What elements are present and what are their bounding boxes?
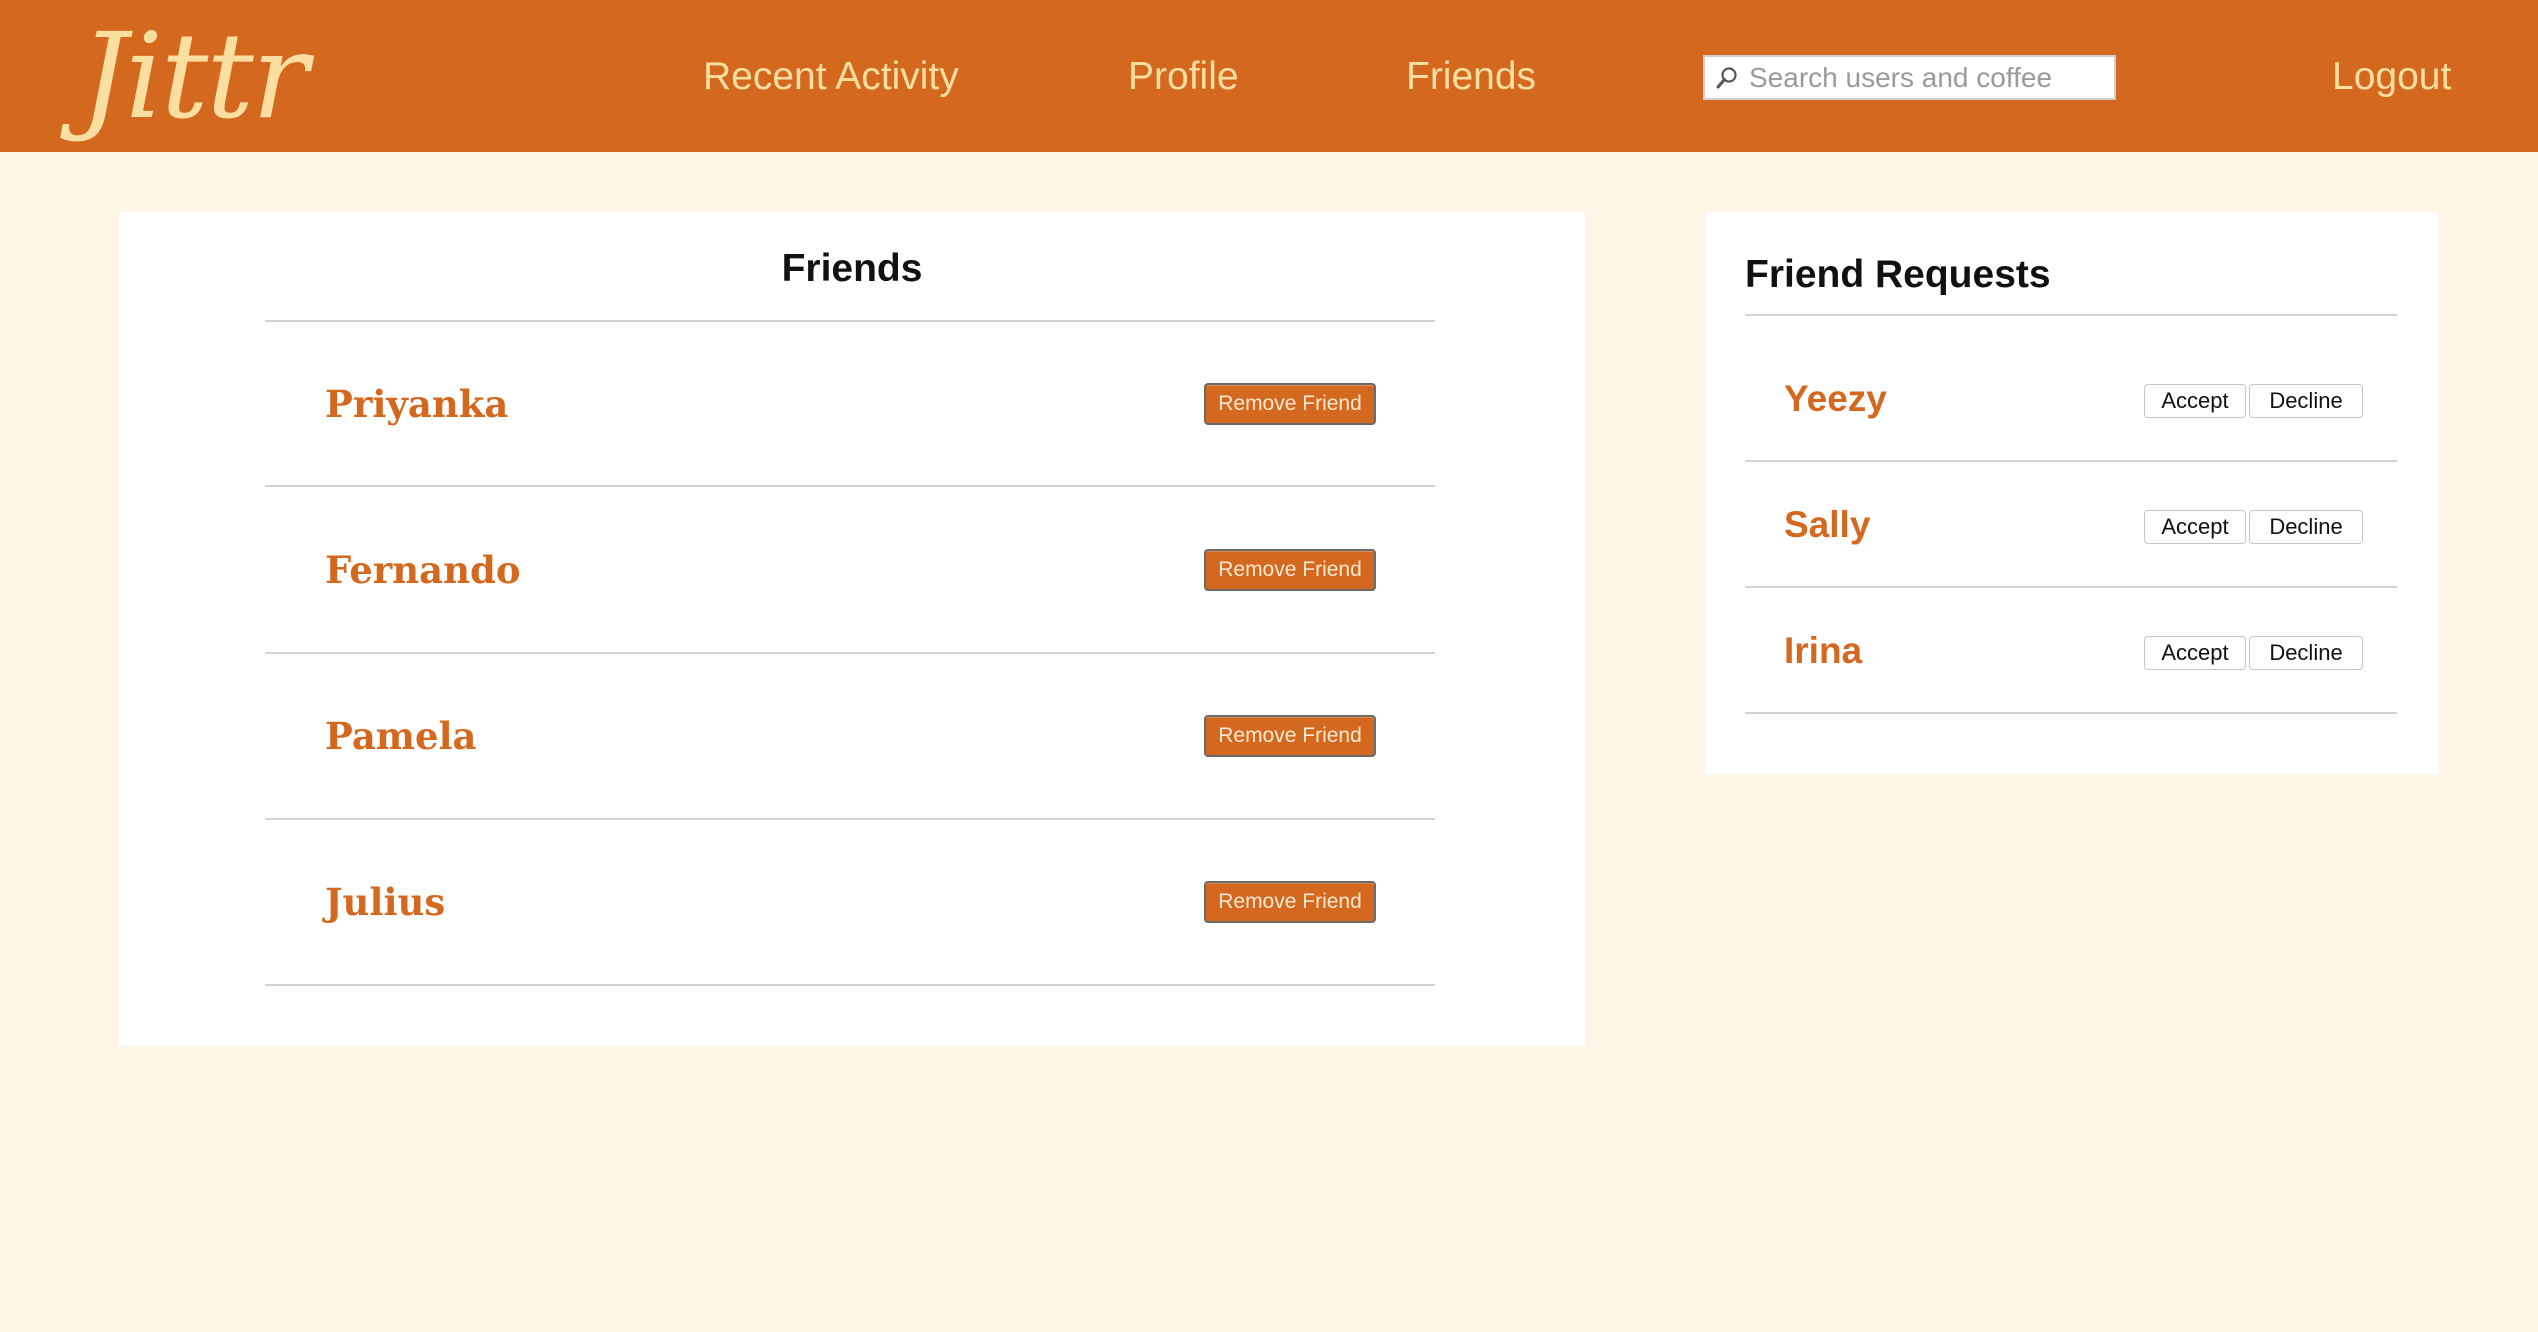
nav-recent-activity[interactable]: Recent Activity (703, 50, 959, 104)
request-name-irina[interactable]: Irina (1784, 627, 1862, 675)
search-icon (1716, 67, 1737, 89)
remove-friend-button[interactable]: Remove Friend (1204, 881, 1376, 923)
divider (1745, 460, 2397, 462)
divider (265, 652, 1435, 654)
decline-button[interactable]: Decline (2249, 384, 2363, 418)
nav-friends[interactable]: Friends (1406, 50, 1536, 104)
search-box (1703, 55, 2116, 100)
top-navbar: Jittr Recent Activity Profile Friends Lo… (0, 0, 2538, 152)
friends-panel: Friends Priyanka Remove Friend Fernando … (119, 212, 1585, 1046)
accept-button[interactable]: Accept (2144, 384, 2246, 418)
remove-friend-button[interactable]: Remove Friend (1204, 383, 1376, 425)
friend-name-julius[interactable]: Julius (325, 878, 445, 926)
friend-name-priyanka[interactable]: Priyanka (325, 380, 508, 428)
search-input[interactable] (1749, 57, 2109, 98)
jittr-logo[interactable]: Jittr (80, 4, 308, 148)
friend-requests-panel: Friend Requests Yeezy Accept Decline Sal… (1706, 212, 2438, 774)
request-name-sally[interactable]: Sally (1784, 501, 1870, 549)
decline-button[interactable]: Decline (2249, 636, 2363, 670)
remove-friend-button[interactable]: Remove Friend (1204, 715, 1376, 757)
request-name-yeezy[interactable]: Yeezy (1784, 375, 1887, 423)
divider (1745, 712, 2397, 714)
divider (265, 818, 1435, 820)
friend-name-pamela[interactable]: Pamela (325, 712, 477, 760)
accept-button[interactable]: Accept (2144, 636, 2246, 670)
friends-heading: Friends (781, 247, 923, 290)
divider (265, 984, 1435, 986)
logout-link[interactable]: Logout (2332, 50, 2451, 104)
remove-friend-button[interactable]: Remove Friend (1204, 549, 1376, 591)
divider (1745, 314, 2397, 316)
divider (1745, 586, 2397, 588)
divider (265, 320, 1435, 322)
decline-button[interactable]: Decline (2249, 510, 2363, 544)
friend-name-fernando[interactable]: Fernando (325, 546, 521, 594)
nav-profile[interactable]: Profile (1128, 50, 1239, 104)
accept-button[interactable]: Accept (2144, 510, 2246, 544)
friend-requests-heading: Friend Requests (1745, 253, 2051, 296)
divider (265, 485, 1435, 487)
